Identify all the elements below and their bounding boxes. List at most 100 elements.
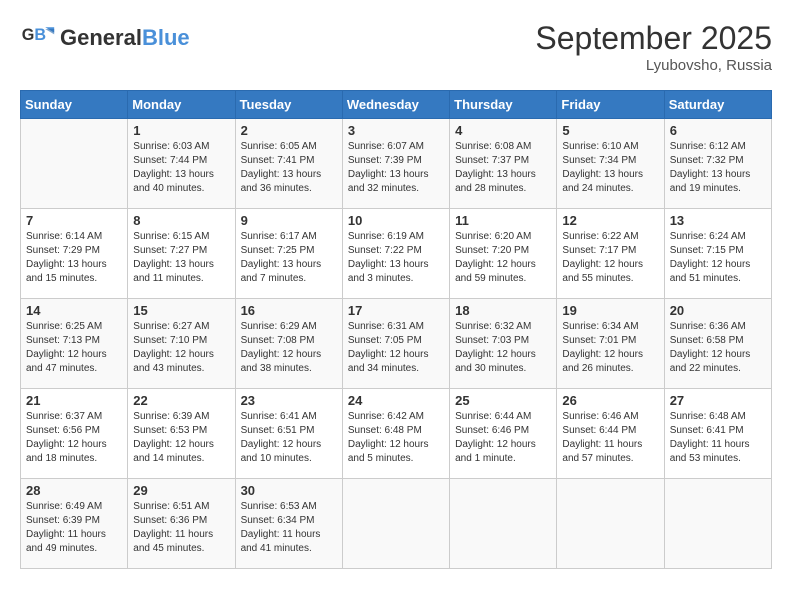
day-number: 4: [455, 123, 551, 138]
calendar-cell: 30 Sunrise: 6:53 AM Sunset: 6:34 PM Dayli…: [235, 479, 342, 569]
day-number: 2: [241, 123, 337, 138]
calendar-week-5: 28 Sunrise: 6:49 AM Sunset: 6:39 PM Dayli…: [21, 479, 772, 569]
calendar-week-2: 7 Sunrise: 6:14 AM Sunset: 7:29 PM Daylig…: [21, 209, 772, 299]
day-info: Sunrise: 6:44 AM Sunset: 6:46 PM Dayligh…: [455, 410, 551, 466]
day-number: 28: [26, 483, 122, 498]
calendar-week-1: 1Sunrise: 6:03 AM Sunset: 7:44 PM Daylig…: [21, 119, 772, 209]
day-number: 23: [241, 393, 337, 408]
calendar-week-4: 21 Sunrise: 6:37 AM Sunset: 6:56 PM Dayli…: [21, 389, 772, 479]
calendar-cell: 25 Sunrise: 6:44 AM Sunset: 6:46 PM Dayli…: [450, 389, 557, 479]
calendar-cell: 24 Sunrise: 6:42 AM Sunset: 6:48 PM Dayli…: [342, 389, 449, 479]
day-number: 26: [562, 393, 658, 408]
logo: G B GeneralBlue: [20, 20, 190, 56]
day-info: Sunrise: 6:48 AM Sunset: 6:41 PM Dayligh…: [670, 410, 766, 466]
day-info: Sunrise: 6:42 AM Sunset: 6:48 PM Dayligh…: [348, 410, 444, 466]
day-info: Sunrise: 6:20 AM Sunset: 7:20 PM Dayligh…: [455, 230, 551, 286]
header-wednesday: Wednesday: [342, 91, 449, 119]
calendar-cell: 7 Sunrise: 6:14 AM Sunset: 7:29 PM Daylig…: [21, 209, 128, 299]
header-friday: Friday: [557, 91, 664, 119]
day-info: Sunrise: 6:14 AM Sunset: 7:29 PM Dayligh…: [26, 230, 122, 286]
day-info: Sunrise: 6:19 AM Sunset: 7:22 PM Dayligh…: [348, 230, 444, 286]
day-number: 19: [562, 303, 658, 318]
calendar-cell: 12Sunrise: 6:22 AM Sunset: 7:17 PM Dayli…: [557, 209, 664, 299]
calendar-cell: 16 Sunrise: 6:29 AM Sunset: 7:08 PM Dayli…: [235, 299, 342, 389]
day-info: Sunrise: 6:34 AM Sunset: 7:01 PM Dayligh…: [562, 320, 658, 376]
header-monday: Monday: [128, 91, 235, 119]
calendar-cell: 9Sunrise: 6:17 AM Sunset: 7:25 PM Daylig…: [235, 209, 342, 299]
day-info: Sunrise: 6:51 AM Sunset: 6:36 PM Dayligh…: [133, 500, 229, 556]
day-number: 25: [455, 393, 551, 408]
month-title: September 2025: [535, 20, 772, 57]
calendar-cell: 23 Sunrise: 6:41 AM Sunset: 6:51 PM Dayli…: [235, 389, 342, 479]
calendar-cell: 10 Sunrise: 6:19 AM Sunset: 7:22 PM Dayli…: [342, 209, 449, 299]
title-block: September 2025 Lyubovsho, Russia: [535, 20, 772, 74]
calendar-cell: 15 Sunrise: 6:27 AM Sunset: 7:10 PM Dayli…: [128, 299, 235, 389]
calendar-cell: 2 Sunrise: 6:05 AM Sunset: 7:41 PM Daylig…: [235, 119, 342, 209]
day-number: 10: [348, 213, 444, 228]
day-info: Sunrise: 6:05 AM Sunset: 7:41 PM Dayligh…: [241, 140, 337, 196]
calendar-cell: 20 Sunrise: 6:36 AM Sunset: 6:58 PM Dayli…: [664, 299, 771, 389]
calendar-cell: 14Sunrise: 6:25 AM Sunset: 7:13 PM Dayli…: [21, 299, 128, 389]
page-header: G B GeneralBlue September 2025 Lyubovsho…: [20, 20, 772, 74]
day-number: 15: [133, 303, 229, 318]
day-info: Sunrise: 6:27 AM Sunset: 7:10 PM Dayligh…: [133, 320, 229, 376]
calendar-cell: 3 Sunrise: 6:07 AM Sunset: 7:39 PM Daylig…: [342, 119, 449, 209]
day-info: Sunrise: 6:03 AM Sunset: 7:44 PM Dayligh…: [133, 140, 229, 196]
calendar-week-3: 14Sunrise: 6:25 AM Sunset: 7:13 PM Dayli…: [21, 299, 772, 389]
day-info: Sunrise: 6:07 AM Sunset: 7:39 PM Dayligh…: [348, 140, 444, 196]
day-number: 16: [241, 303, 337, 318]
calendar-cell: [450, 479, 557, 569]
logo-text: GeneralBlue: [60, 26, 190, 50]
day-number: 27: [670, 393, 766, 408]
day-info: Sunrise: 6:49 AM Sunset: 6:39 PM Dayligh…: [26, 500, 122, 556]
day-number: 29: [133, 483, 229, 498]
day-info: Sunrise: 6:10 AM Sunset: 7:34 PM Dayligh…: [562, 140, 658, 196]
location: Lyubovsho, Russia: [535, 57, 772, 74]
calendar-cell: 22Sunrise: 6:39 AM Sunset: 6:53 PM Dayli…: [128, 389, 235, 479]
svg-text:B: B: [34, 26, 46, 44]
day-number: 18: [455, 303, 551, 318]
day-info: Sunrise: 6:53 AM Sunset: 6:34 PM Dayligh…: [241, 500, 337, 556]
day-number: 24: [348, 393, 444, 408]
day-number: 20: [670, 303, 766, 318]
day-number: 5: [562, 123, 658, 138]
day-info: Sunrise: 6:37 AM Sunset: 6:56 PM Dayligh…: [26, 410, 122, 466]
day-info: Sunrise: 6:12 AM Sunset: 7:32 PM Dayligh…: [670, 140, 766, 196]
day-info: Sunrise: 6:36 AM Sunset: 6:58 PM Dayligh…: [670, 320, 766, 376]
day-number: 11: [455, 213, 551, 228]
calendar-cell: 8 Sunrise: 6:15 AM Sunset: 7:27 PM Daylig…: [128, 209, 235, 299]
calendar-cell: 4 Sunrise: 6:08 AM Sunset: 7:37 PM Daylig…: [450, 119, 557, 209]
calendar-cell: 11 Sunrise: 6:20 AM Sunset: 7:20 PM Dayli…: [450, 209, 557, 299]
day-number: 3: [348, 123, 444, 138]
calendar-cell: [664, 479, 771, 569]
day-number: 6: [670, 123, 766, 138]
calendar-table: SundayMondayTuesdayWednesdayThursdayFrid…: [20, 90, 772, 569]
day-info: Sunrise: 6:46 AM Sunset: 6:44 PM Dayligh…: [562, 410, 658, 466]
calendar-cell: 27 Sunrise: 6:48 AM Sunset: 6:41 PM Dayli…: [664, 389, 771, 479]
calendar-cell: 26 Sunrise: 6:46 AM Sunset: 6:44 PM Dayli…: [557, 389, 664, 479]
day-number: 21: [26, 393, 122, 408]
day-number: 9: [241, 213, 337, 228]
calendar-cell: 6 Sunrise: 6:12 AM Sunset: 7:32 PM Daylig…: [664, 119, 771, 209]
calendar-cell: 28 Sunrise: 6:49 AM Sunset: 6:39 PM Dayli…: [21, 479, 128, 569]
day-info: Sunrise: 6:41 AM Sunset: 6:51 PM Dayligh…: [241, 410, 337, 466]
calendar-cell: [557, 479, 664, 569]
header-sunday: Sunday: [21, 91, 128, 119]
day-info: Sunrise: 6:25 AM Sunset: 7:13 PM Dayligh…: [26, 320, 122, 376]
day-info: Sunrise: 6:24 AM Sunset: 7:15 PM Dayligh…: [670, 230, 766, 286]
day-info: Sunrise: 6:08 AM Sunset: 7:37 PM Dayligh…: [455, 140, 551, 196]
day-number: 30: [241, 483, 337, 498]
calendar-cell: 13Sunrise: 6:24 AM Sunset: 7:15 PM Dayli…: [664, 209, 771, 299]
calendar-cell: 1Sunrise: 6:03 AM Sunset: 7:44 PM Daylig…: [128, 119, 235, 209]
day-number: 17: [348, 303, 444, 318]
day-info: Sunrise: 6:15 AM Sunset: 7:27 PM Dayligh…: [133, 230, 229, 286]
calendar-cell: 29 Sunrise: 6:51 AM Sunset: 6:36 PM Dayli…: [128, 479, 235, 569]
day-number: 7: [26, 213, 122, 228]
calendar-cell: 21 Sunrise: 6:37 AM Sunset: 6:56 PM Dayli…: [21, 389, 128, 479]
calendar-cell: 5 Sunrise: 6:10 AM Sunset: 7:34 PM Daylig…: [557, 119, 664, 209]
header-saturday: Saturday: [664, 91, 771, 119]
day-info: Sunrise: 6:22 AM Sunset: 7:17 PM Dayligh…: [562, 230, 658, 286]
header-tuesday: Tuesday: [235, 91, 342, 119]
day-info: Sunrise: 6:29 AM Sunset: 7:08 PM Dayligh…: [241, 320, 337, 376]
day-number: 8: [133, 213, 229, 228]
